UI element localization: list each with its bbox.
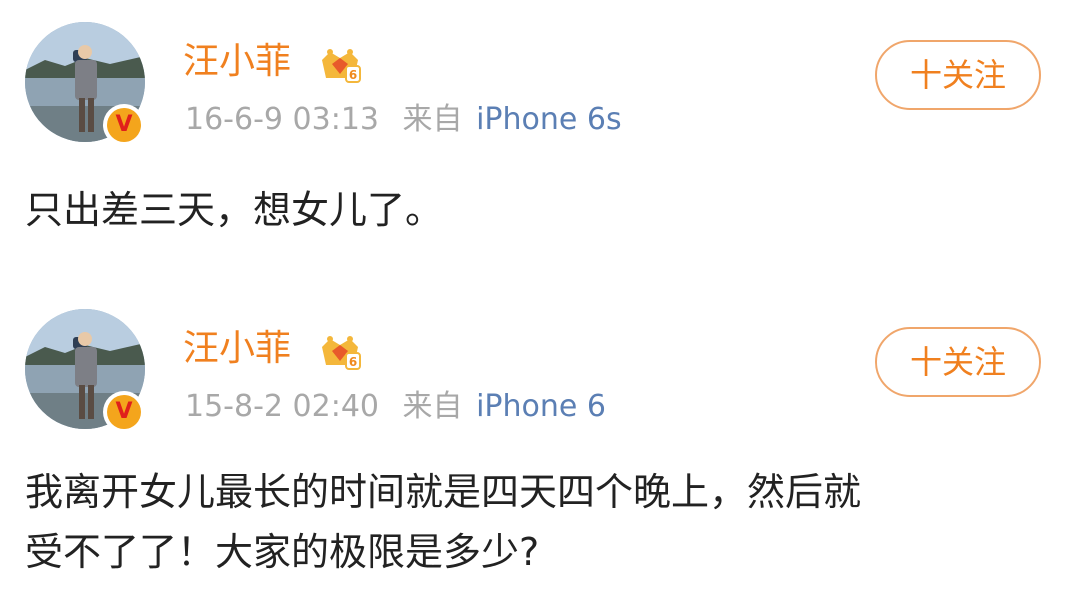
post-content-line: 受不了了！大家的极限是多少? <box>25 530 540 574</box>
device-link[interactable]: iPhone 6 <box>476 389 606 424</box>
vip-crown-icon: 6 <box>322 49 361 83</box>
verified-badge-icon: V <box>103 391 145 433</box>
username[interactable]: 汪小菲 <box>183 40 291 84</box>
svg-text:6: 6 <box>349 355 357 369</box>
device-link[interactable]: iPhone 6s <box>476 102 622 137</box>
verified-badge-icon: V <box>103 104 145 146</box>
post-meta: 15-8-2 02:40 来自 iPhone 6 <box>185 387 606 427</box>
vip-crown-icon: 6 <box>322 336 361 370</box>
post-content-line: 只出差三天，想女儿了。 <box>25 188 444 232</box>
post-content: 只出差三天，想女儿了。 <box>25 180 1045 240</box>
post-timestamp: 16-6-9 03:13 <box>185 102 379 137</box>
post-content-line: 我离开女儿最长的时间就是四天四个晚上，然后就 <box>25 470 862 514</box>
post-timestamp: 15-8-2 02:40 <box>185 389 379 424</box>
weibo-post: V 汪小菲 6 16-6-9 03:13 来自 iPhone 6s 十关注 只出… <box>0 0 1080 287</box>
follow-button[interactable]: 十关注 <box>875 327 1041 397</box>
follow-button[interactable]: 十关注 <box>875 40 1041 110</box>
weibo-post: V 汪小菲 6 15-8-2 02:40 来自 iPhone 6 十关注 我离开… <box>0 287 1080 607</box>
source-prefix: 来自 <box>402 389 463 424</box>
post-meta: 16-6-9 03:13 来自 iPhone 6s <box>185 100 622 140</box>
svg-text:6: 6 <box>349 68 357 82</box>
source-prefix: 来自 <box>402 102 463 137</box>
username[interactable]: 汪小菲 <box>183 327 291 371</box>
post-content: 我离开女儿最长的时间就是四天四个晚上，然后就 受不了了！大家的极限是多少? <box>25 462 1045 582</box>
